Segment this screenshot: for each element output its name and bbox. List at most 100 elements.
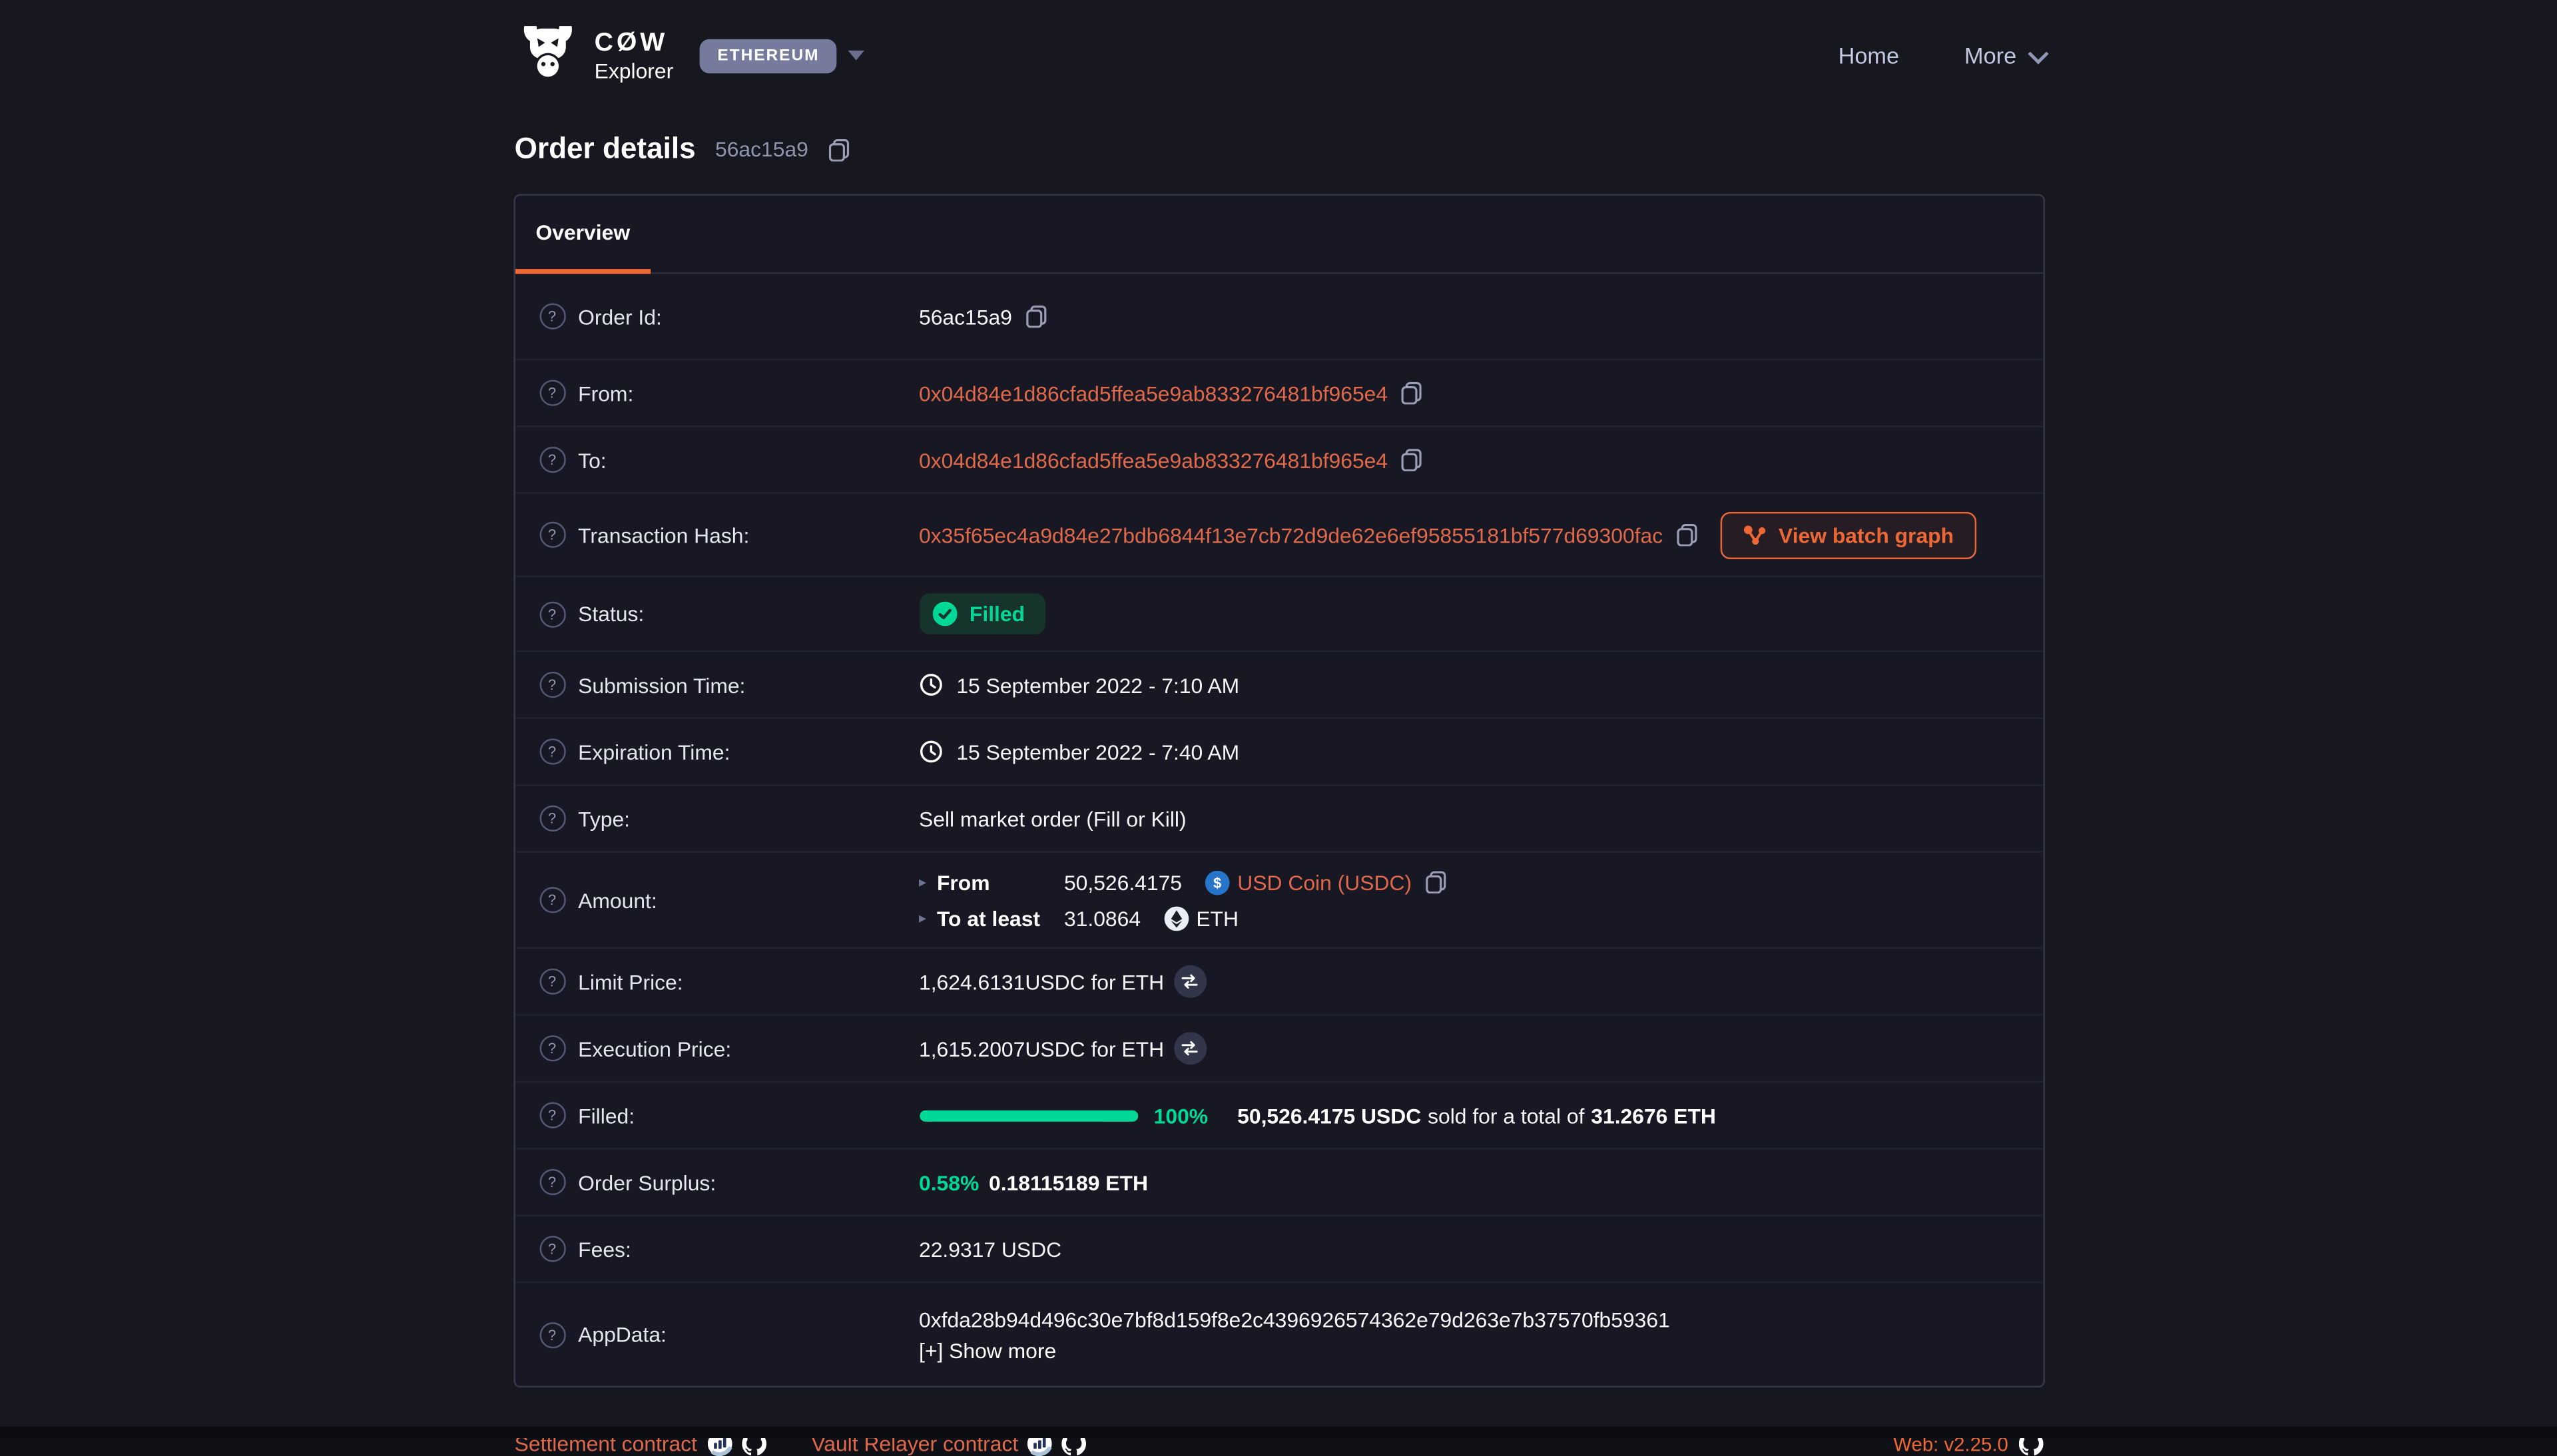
- help-icon[interactable]: ?: [539, 1169, 565, 1195]
- row-label: Type:: [578, 806, 630, 831]
- appdata-show-more[interactable]: [+] Show more: [919, 1337, 1056, 1362]
- usdc-token-icon: $: [1205, 870, 1229, 895]
- row-label: Fees:: [578, 1237, 631, 1262]
- cow-explorer-logo[interactable]: CØW Explorer: [515, 25, 674, 87]
- row-filled: ? Filled: 100% 50,526.4175 USDC sold for…: [515, 1083, 2043, 1149]
- help-icon[interactable]: ?: [539, 304, 565, 330]
- row-type: ? Type: Sell market order (Fill or Kill): [515, 786, 2043, 852]
- page-title: Order details: [515, 132, 696, 166]
- help-icon[interactable]: ?: [539, 1236, 565, 1262]
- row-label: Order Id:: [578, 304, 662, 329]
- logo-subtitle: Explorer: [595, 59, 674, 81]
- help-icon[interactable]: ?: [539, 447, 565, 473]
- tab-overview[interactable]: Overview: [515, 196, 651, 274]
- row-label: Status:: [578, 602, 644, 626]
- nav-item-more[interactable]: More: [1964, 43, 2042, 69]
- row-amount: ? Amount: ▸ From 50,526.4175 $ USD Coin …: [515, 853, 2043, 949]
- filled-percent: 100%: [1154, 1103, 1208, 1128]
- chevron-down-icon: [2027, 43, 2048, 63]
- row-label: Amount:: [578, 887, 657, 912]
- help-icon[interactable]: ?: [539, 1035, 565, 1061]
- row-execution-price: ? Execution Price: 1,615.2007USDC for ET…: [515, 1016, 2043, 1083]
- amount-to-line: ▸ To at least 31.0864 ETH: [919, 905, 1239, 930]
- order-type-value: Sell market order (Fill or Kill): [919, 806, 1187, 831]
- row-label: Expiration Time:: [578, 740, 730, 764]
- row-order-surplus: ? Order Surplus: 0.58% 0.18115189 ETH: [515, 1150, 2043, 1216]
- row-fees: ? Fees: 22.9317 USDC: [515, 1216, 2043, 1283]
- amount-from-line: ▸ From 50,526.4175 $ USD Coin (USDC): [919, 870, 1446, 895]
- limit-price-value: 1,624.6131USDC for ETH: [919, 969, 1164, 994]
- amount-from-token-link[interactable]: USD Coin (USDC): [1237, 870, 1412, 895]
- copy-icon[interactable]: [1425, 871, 1446, 893]
- row-label: AppData:: [578, 1322, 667, 1347]
- copy-icon[interactable]: [1025, 305, 1046, 328]
- help-icon[interactable]: ?: [539, 1322, 565, 1347]
- from-address-link[interactable]: 0x04d84e1d86cfad5ffea5e9ab833276481bf965…: [919, 381, 1388, 405]
- check-circle-icon: [932, 602, 957, 626]
- invert-price-icon[interactable]: [1174, 1032, 1207, 1065]
- amount-to-value: 31.0864: [1064, 905, 1141, 930]
- row-expiration-time: ? Expiration Time: 15 September 2022 - 7…: [515, 719, 2043, 786]
- tab-bar: Overview: [515, 196, 2043, 274]
- nav-item-home[interactable]: Home: [1839, 43, 1899, 69]
- surplus-amount: 0.18115189 ETH: [989, 1170, 1148, 1194]
- row-label: To:: [578, 447, 606, 472]
- row-transaction-hash: ? Transaction Hash: 0x35f65ec4a9d84e27bd…: [515, 494, 2043, 577]
- row-label: Filled:: [578, 1103, 635, 1128]
- logo-title: CØW: [595, 30, 674, 56]
- status-badge: Filled: [919, 593, 1046, 634]
- fees-value: 22.9317 USDC: [919, 1237, 1061, 1262]
- triangle-right-icon: ▸: [919, 873, 937, 891]
- expiration-time-value: 15 September 2022 - 7:40 AM: [956, 740, 1239, 764]
- filled-summary: 50,526.4175 USDC sold for a total of 31.…: [1237, 1103, 1716, 1128]
- transaction-hash-link[interactable]: 0x35f65ec4a9d84e27bdb6844f13e7cb72d9de62…: [919, 523, 1663, 547]
- execution-price-value: 1,615.2007USDC for ETH: [919, 1036, 1164, 1061]
- invert-price-icon[interactable]: [1174, 965, 1207, 998]
- row-label: Transaction Hash:: [578, 523, 749, 547]
- bottom-bar: [0, 1427, 2557, 1438]
- help-icon[interactable]: ?: [539, 887, 565, 913]
- to-address-link[interactable]: 0x04d84e1d86cfad5ffea5e9ab833276481bf965…: [919, 447, 1388, 472]
- batch-graph-icon: [1743, 524, 1765, 545]
- row-label: From:: [578, 381, 633, 405]
- clock-icon: [919, 673, 942, 696]
- clock-icon: [919, 740, 942, 763]
- filled-progress-fill: [919, 1110, 1137, 1121]
- amount-to-label: To at least: [937, 905, 1064, 930]
- copy-icon[interactable]: [1401, 448, 1422, 471]
- help-icon[interactable]: ?: [539, 522, 565, 548]
- order-id-value: 56ac15a9: [919, 304, 1012, 329]
- amount-from-label: From: [937, 870, 1064, 895]
- row-label: Limit Price:: [578, 969, 683, 994]
- help-icon[interactable]: ?: [539, 380, 565, 406]
- help-icon[interactable]: ?: [539, 672, 565, 698]
- help-icon[interactable]: ?: [539, 738, 565, 764]
- row-appdata: ? AppData: 0xfda28b94d496c30e7bf8d159f8e…: [515, 1283, 2043, 1385]
- submission-time-value: 15 September 2022 - 7:10 AM: [956, 672, 1239, 697]
- help-icon[interactable]: ?: [539, 1102, 565, 1128]
- cow-logo-icon: [515, 25, 580, 87]
- copy-icon[interactable]: [1401, 381, 1422, 404]
- eth-token-icon: [1163, 905, 1188, 930]
- row-to: ? To: 0x04d84e1d86cfad5ffea5e9ab83327648…: [515, 427, 2043, 494]
- row-submission-time: ? Submission Time: 15 September 2022 - 7…: [515, 652, 2043, 719]
- amount-to-token: ETH: [1196, 905, 1239, 930]
- copy-icon[interactable]: [1676, 523, 1697, 546]
- order-short-id: 56ac15a9: [715, 137, 808, 162]
- view-batch-graph-button[interactable]: View batch graph: [1720, 511, 1976, 559]
- triangle-right-icon: ▸: [919, 909, 937, 927]
- help-icon[interactable]: ?: [539, 601, 565, 626]
- row-label: Execution Price:: [578, 1036, 731, 1061]
- status-text: Filled: [970, 602, 1025, 626]
- row-from: ? From: 0x04d84e1d86cfad5ffea5e9ab833276…: [515, 360, 2043, 427]
- main-nav: Home More: [1839, 43, 2043, 69]
- help-icon[interactable]: ?: [539, 806, 565, 832]
- help-icon[interactable]: ?: [539, 969, 565, 995]
- page-head: Order details 56ac15a9: [515, 132, 2043, 166]
- network-selector-badge[interactable]: ETHEREUM: [699, 39, 837, 73]
- row-label: Submission Time:: [578, 672, 745, 697]
- filled-progress-bar: [919, 1110, 1137, 1121]
- amount-from-value: 50,526.4175: [1064, 870, 1182, 895]
- network-caret-down-icon[interactable]: [849, 51, 865, 61]
- copy-icon[interactable]: [828, 138, 849, 160]
